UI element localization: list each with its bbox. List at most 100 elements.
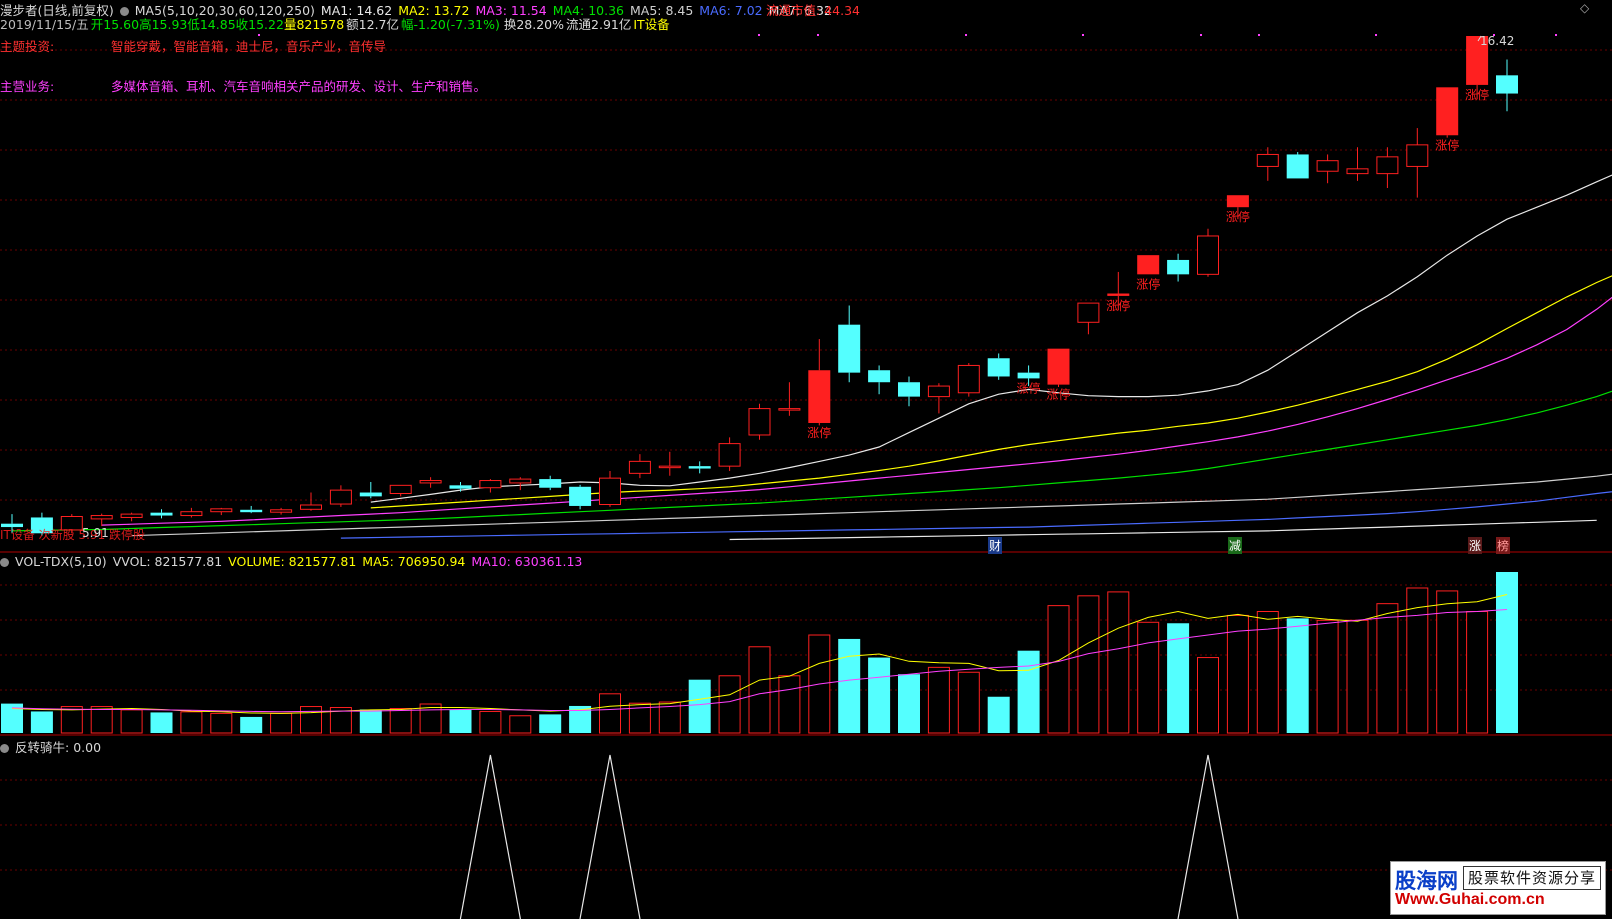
candle-body-up (1376, 156, 1399, 175)
close-price: 收15.22 (235, 17, 284, 32)
change-value: 幅-1.20(-7.31%) (401, 17, 500, 32)
business-value: 多媒体音箱、耳机、汽车音响相关产品的研发、设计、生产和销售。 (111, 79, 487, 94)
reduce-marker[interactable]: 减 (1228, 537, 1243, 554)
limit-up-label: 涨停 (1465, 87, 1489, 102)
candle-body-up (1077, 302, 1100, 323)
volume-bar-up (748, 646, 771, 734)
candlestick-series (1, 36, 1518, 536)
indicator-settings-icon[interactable] (0, 744, 9, 753)
candle-body-down (1017, 372, 1040, 379)
low-price: 低14.85 (187, 17, 236, 32)
volume-bar-up (1107, 591, 1130, 734)
limit-up-label: 涨停 (807, 425, 831, 440)
candle-body-down (898, 382, 920, 397)
limit-up-label: 涨停 (1136, 276, 1160, 291)
top-marker-dot (758, 34, 760, 36)
candle-body-up (90, 515, 113, 520)
indicator-name[interactable]: 反转骑牛 (15, 740, 65, 755)
limit-up-label: 涨停 (1435, 137, 1459, 152)
top-marker-dot (1555, 34, 1557, 36)
candle-body-down (150, 512, 173, 516)
candle-body-down (240, 509, 263, 513)
volume-bar-down (1017, 650, 1040, 733)
candle-body-limit-up (1436, 87, 1459, 136)
candle-body-up (479, 480, 502, 489)
volume-bar-up (60, 706, 83, 734)
top-marker-dot (1258, 34, 1260, 36)
limit-up-labels: 涨停涨停 涨停涨停涨停涨停涨停涨停 (807, 35, 1489, 440)
volume-bar-up (1047, 605, 1070, 734)
theme-label: 主题投资: (0, 39, 55, 54)
volume-bar-up (927, 666, 950, 734)
candle-body-up (1197, 235, 1219, 275)
volume-bar-up (957, 671, 980, 734)
volume-bar-up (300, 706, 322, 734)
volume-bar-down (359, 709, 382, 733)
volume-bar-up (778, 675, 801, 734)
candle-body-up (1346, 168, 1369, 175)
candle-body-limit-up (1107, 293, 1130, 296)
candle-body-limit-up (1047, 348, 1070, 385)
candle-body-up (957, 364, 980, 394)
volume-bar-up (1466, 611, 1489, 734)
indicator-panel-header: 反转骑牛: 0.00 (0, 737, 107, 756)
candle-body-up (599, 477, 621, 506)
candle-body-up (509, 478, 532, 484)
top-marker-dot (1375, 34, 1377, 36)
volume-bar-up (1077, 595, 1100, 734)
vol-ma5-label: MA5: 706950.94 (362, 554, 466, 569)
volume-bar-up (1197, 657, 1219, 734)
volume-bar-down (449, 709, 472, 733)
candle-body-up (718, 443, 741, 467)
theme-value: 智能穿戴，智能音箱，迪士尼，音乐产业，音传导 (111, 39, 387, 54)
collapse-arrow-icon[interactable]: ◇ (1580, 1, 1589, 15)
ma-line-ma1 (370, 174, 1612, 503)
candle-body-up (1316, 160, 1339, 172)
candle-body-up (1406, 144, 1429, 167)
candle-body-up (120, 513, 143, 518)
volume-bar-up (718, 675, 741, 734)
bar-date: 2019/11/15/五 (0, 17, 89, 32)
candle-body-limit-up (1137, 255, 1160, 275)
watermark-url: Www.Guhai.com.cn (1395, 891, 1545, 908)
sector-link[interactable]: IT设备 (633, 17, 669, 32)
volume-bar-up (180, 711, 203, 734)
limit-up-label: 涨停 (1106, 298, 1130, 313)
volume-bar-down (838, 638, 861, 733)
vol-ma10-label: MA10: 630361.13 (471, 554, 583, 569)
top-marker-dot (1082, 34, 1084, 36)
candle-body-down (1167, 259, 1190, 275)
ma-line-ma2 (370, 275, 1612, 509)
high-price: 高15.93 (139, 17, 188, 32)
candle-body-down (569, 486, 592, 506)
amount-value: 额12.7亿 (346, 17, 400, 32)
candle-body-down (1496, 75, 1518, 94)
vvol-value: VVOL: 821577.81 (112, 554, 223, 569)
candle-body-up (180, 511, 203, 517)
max-price-label: 16.42 (1480, 34, 1515, 48)
volume-indicator-name[interactable]: VOL-TDX(5,10) (15, 554, 107, 569)
volume-bars (1, 572, 1518, 734)
candle-body-up (210, 508, 233, 513)
candle-body-up (419, 480, 442, 484)
top-marker-dot (817, 34, 819, 36)
candle-body-up (658, 465, 681, 469)
float-shares: 流通2.91亿 (566, 17, 632, 32)
volume-bar-up (479, 710, 502, 734)
finance-marker[interactable]: 财 (988, 537, 1003, 554)
volume-settings-icon[interactable] (0, 558, 9, 567)
candle-body-up (927, 385, 950, 398)
candle-body-up (300, 504, 322, 510)
candle-body-up (748, 408, 771, 436)
volume-bar-down (539, 714, 562, 733)
volume-bar-up (210, 712, 233, 734)
limit-up-marker[interactable]: 涨 (1468, 537, 1483, 554)
ma6-value: MA6: 7.02 (699, 3, 763, 18)
rank-marker[interactable]: 榜 (1496, 537, 1511, 554)
watermark-slogan: 股票软件资源分享 (1463, 866, 1601, 890)
candle-body-down (1286, 154, 1309, 179)
volume-bar-down (688, 679, 711, 733)
volume-bar-up (599, 693, 621, 734)
volume-bar-down (240, 716, 263, 733)
volume-bar-up (1346, 619, 1369, 734)
